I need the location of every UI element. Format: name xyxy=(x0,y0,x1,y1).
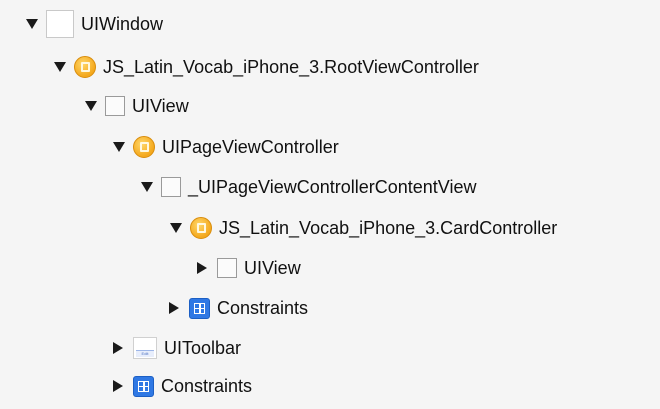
view-hierarchy-tree: UIWindow JS_Latin_Vocab_iPhone_3.RootVie… xyxy=(0,0,660,409)
disclosure-triangle-collapsed-icon[interactable] xyxy=(113,342,123,354)
tree-row-constraints[interactable]: Constraints xyxy=(112,371,252,401)
view-icon xyxy=(161,177,181,197)
disclosure-triangle-expanded-icon[interactable] xyxy=(85,101,97,111)
view-icon xyxy=(105,96,125,116)
tree-row-label: UIToolbar xyxy=(164,337,242,358)
disclosure-triangle-expanded-icon[interactable] xyxy=(54,62,66,72)
view-icon xyxy=(217,258,237,278)
disclosure-triangle-expanded-icon[interactable] xyxy=(170,223,182,233)
tree-row-page-view-controller[interactable]: UIPageViewController xyxy=(113,132,339,162)
constraints-icon xyxy=(133,375,154,397)
disclosure-triangle-collapsed-icon[interactable] xyxy=(197,262,207,274)
tree-row-label: UIView xyxy=(132,95,189,116)
tree-row-label: UIView xyxy=(244,257,301,278)
tree-row-label: JS_Latin_Vocab_iPhone_3.CardController xyxy=(219,217,558,238)
constraints-icon xyxy=(189,297,210,319)
view-controller-icon xyxy=(74,56,96,78)
tree-row-label: _UIPageViewControllerContentView xyxy=(188,176,477,197)
disclosure-triangle-expanded-icon[interactable] xyxy=(141,182,153,192)
disclosure-triangle-expanded-icon[interactable] xyxy=(113,142,125,152)
view-controller-icon xyxy=(190,217,212,239)
tree-row-page-content-view[interactable]: _UIPageViewControllerContentView xyxy=(141,172,477,202)
tree-row-uiwindow[interactable]: UIWindow xyxy=(26,9,163,39)
view-icon xyxy=(46,10,74,38)
tree-row-card-uiview[interactable]: UIView xyxy=(196,253,301,283)
tree-row-card-controller[interactable]: JS_Latin_Vocab_iPhone_3.CardController xyxy=(170,213,557,243)
disclosure-triangle-expanded-icon[interactable] xyxy=(26,19,38,29)
tree-row-label: UIWindow xyxy=(81,13,164,34)
view-controller-icon xyxy=(133,136,155,158)
tree-row-label: Constraints xyxy=(217,297,309,318)
tree-row-root-view-controller[interactable]: JS_Latin_Vocab_iPhone_3.RootViewControll… xyxy=(54,52,479,82)
tree-row-uitoolbar[interactable]: UIToolbar xyxy=(112,333,241,363)
toolbar-icon xyxy=(133,337,157,359)
disclosure-triangle-collapsed-icon[interactable] xyxy=(113,380,123,392)
tree-row-uiview[interactable]: UIView xyxy=(85,91,189,121)
tree-row-constraints[interactable]: Constraints xyxy=(168,293,308,323)
disclosure-triangle-collapsed-icon[interactable] xyxy=(169,302,179,314)
tree-row-label: JS_Latin_Vocab_iPhone_3.RootViewControll… xyxy=(103,56,479,77)
tree-row-label: UIPageViewController xyxy=(162,136,339,157)
tree-row-label: Constraints xyxy=(161,375,253,396)
